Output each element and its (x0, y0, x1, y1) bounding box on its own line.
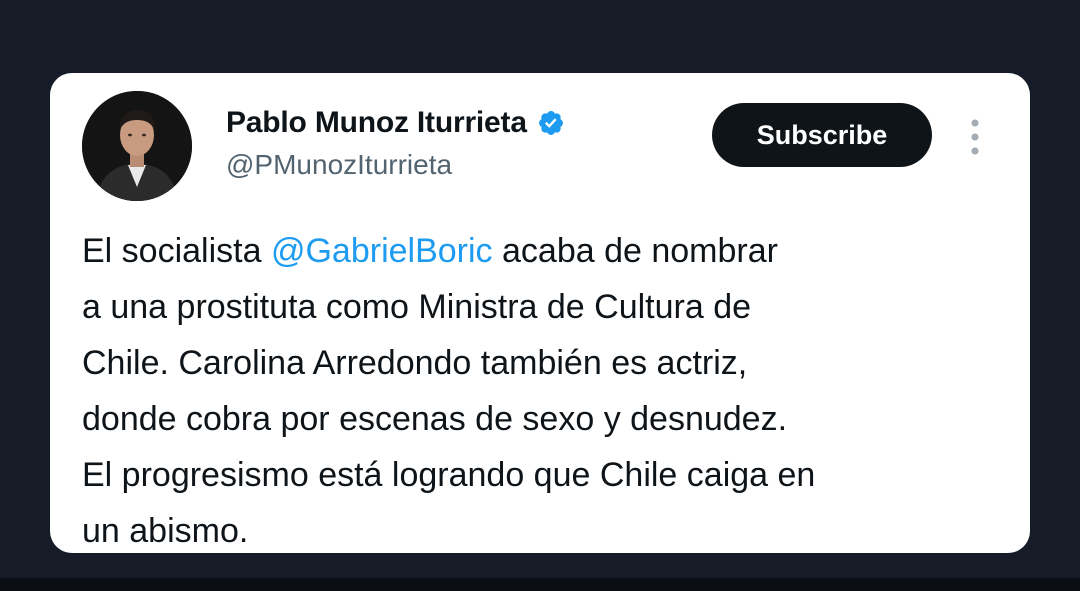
verified-badge-icon (537, 109, 565, 137)
tweet-card: Pablo Munoz Iturrieta @PMunozIturrieta S… (50, 73, 1030, 553)
author-avatar[interactable] (82, 91, 192, 201)
author-name-row: Pablo Munoz Iturrieta (226, 103, 565, 143)
author-display-name[interactable]: Pablo Munoz Iturrieta (226, 106, 527, 140)
vertical-ellipsis-icon[interactable] (962, 117, 988, 157)
bottom-bar (0, 578, 1080, 591)
mention-link[interactable]: @GabrielBoric (271, 232, 493, 270)
profile-photo-icon (82, 91, 192, 201)
subscribe-button[interactable]: Subscribe (712, 103, 932, 167)
author-handle[interactable]: @PMunozIturrieta (226, 149, 452, 181)
tweet-text-rest: acaba de nombrar a una prostituta como M… (82, 232, 816, 550)
tweet-text: El socialista @GabrielBoric acaba de nom… (82, 223, 1002, 553)
tweet-text-start: El socialista (82, 232, 271, 270)
